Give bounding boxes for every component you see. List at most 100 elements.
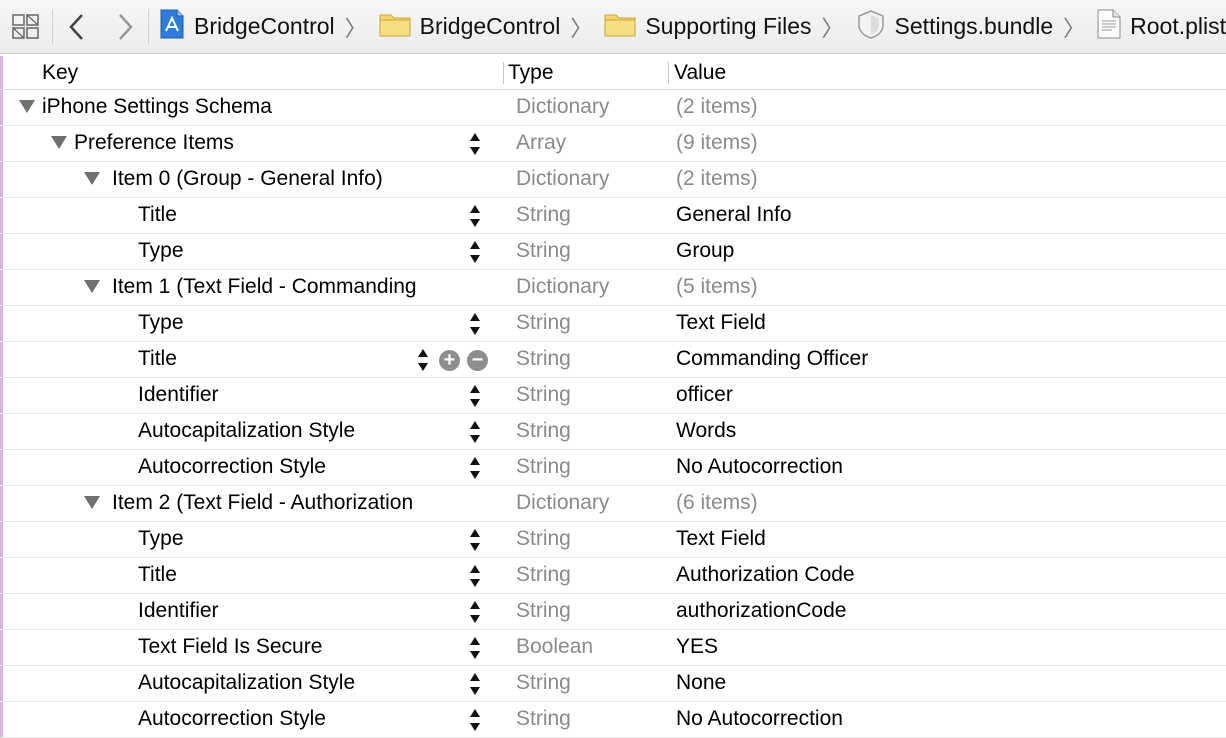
row-key[interactable]: iPhone Settings Schema [42,95,272,119]
sort-stepper-icon[interactable] [469,529,481,553]
breadcrumb-group-supporting-files[interactable]: Supporting Files 〉 [594,11,845,43]
sort-stepper-icon[interactable] [469,709,481,733]
sort-stepper-icon[interactable] [469,457,481,481]
row-key[interactable]: Type [138,311,184,335]
row-type[interactable]: Dictionary [516,491,609,515]
row-type[interactable]: String [516,527,571,551]
row-type[interactable]: Boolean [516,635,593,659]
sort-stepper-icon[interactable] [417,349,429,373]
row-value[interactable]: Commanding Officer [676,347,868,371]
row-key[interactable]: Item 1 (Text Field - Commanding [112,275,417,299]
disclosure-triangle-icon[interactable] [84,172,100,185]
row-type[interactable]: Array [516,131,566,155]
plist-row[interactable]: Type String Text Field [0,522,1226,558]
row-value[interactable]: Text Field [676,311,766,335]
plist-row[interactable]: Autocorrection Style String No Autocorrect… [0,702,1226,738]
row-value[interactable]: None [676,671,726,695]
row-key[interactable]: Title [138,563,177,587]
disclosure-triangle-icon[interactable] [19,100,35,113]
breadcrumb-group-bridgecontrol[interactable]: BridgeControl 〉 [369,11,595,43]
row-key[interactable]: Type [138,239,184,263]
sort-stepper-icon[interactable] [469,385,481,409]
plist-row[interactable]: Type String Text Field [0,306,1226,342]
row-key[interactable]: Title [138,347,177,371]
related-items-button[interactable] [0,8,54,45]
row-key[interactable]: Autocorrection Style [138,455,326,479]
column-divider[interactable] [668,62,669,84]
disclosure-triangle-icon[interactable] [84,496,100,509]
row-type[interactable]: String [516,311,571,335]
sort-stepper-icon[interactable] [469,637,481,661]
row-value[interactable]: Authorization Code [676,563,855,587]
sort-stepper-icon[interactable] [469,205,481,229]
row-key[interactable]: Item 0 (Group - General Info) [112,167,383,191]
row-type[interactable]: Dictionary [516,275,609,299]
row-key[interactable]: Item 2 (Text Field - Authorization [112,491,413,515]
breadcrumb-project[interactable]: BridgeControl 〉 [149,9,369,45]
row-value[interactable]: YES [676,635,718,659]
row-value[interactable]: Group [676,239,734,263]
row-value[interactable]: General Info [676,203,792,227]
plist-row[interactable]: Item 2 (Text Field - Authorization Dictio… [0,486,1226,522]
column-header-key[interactable]: Key [42,61,78,85]
plist-row[interactable]: Title String Authorization Code [0,558,1226,594]
disclosure-triangle-icon[interactable] [84,280,100,293]
row-key[interactable]: Autocapitalization Style [138,671,355,695]
row-key[interactable]: Identifier [138,383,219,407]
column-header-type[interactable]: Type [508,61,554,85]
plist-row[interactable]: Identifier String officer [0,378,1226,414]
forward-button[interactable] [101,8,150,45]
row-key[interactable]: Title [138,203,177,227]
plist-row[interactable]: iPhone Settings Schema Dictionary (2 items… [0,90,1226,126]
row-value[interactable]: No Autocorrection [676,707,843,731]
sort-stepper-icon[interactable] [469,241,481,265]
row-key[interactable]: Autocorrection Style [138,707,326,731]
plist-row[interactable]: Type String Group [0,234,1226,270]
plist-row[interactable]: Item 1 (Text Field - Commanding Dictionar… [0,270,1226,306]
plist-row[interactable]: Autocorrection Style String No Autocorrect… [0,450,1226,486]
sort-stepper-icon[interactable] [469,421,481,445]
row-value[interactable]: authorizationCode [676,599,846,623]
row-type[interactable]: Dictionary [516,167,609,191]
row-type[interactable]: String [516,707,571,731]
sort-stepper-icon[interactable] [469,565,481,589]
back-button[interactable] [53,0,101,53]
plist-row[interactable]: Text Field Is Secure Boolean YES [0,630,1226,666]
column-divider[interactable] [503,62,504,84]
add-row-icon[interactable]: + [439,350,460,371]
plist-row[interactable]: Autocapitalization Style String Words [0,414,1226,450]
sort-stepper-icon[interactable] [469,601,481,625]
row-type[interactable]: String [516,239,571,263]
plist-row[interactable]: Title + − String Commanding Officer [0,342,1226,378]
row-type[interactable]: String [516,383,571,407]
remove-row-icon[interactable]: − [467,350,488,371]
row-value[interactable]: officer [676,383,733,407]
sort-stepper-icon[interactable] [469,673,481,697]
sort-stepper-icon[interactable] [469,133,481,157]
plist-row[interactable]: Preference Items Array (9 items) [0,126,1226,162]
sort-stepper-icon[interactable] [469,313,481,337]
row-value[interactable]: Words [676,419,736,443]
row-key[interactable]: Preference Items [74,131,234,155]
row-value[interactable]: Text Field [676,527,766,551]
disclosure-triangle-icon[interactable] [51,136,67,149]
row-type[interactable]: String [516,347,571,371]
plist-row[interactable]: Item 0 (Group - General Info) Dictionary (… [0,162,1226,198]
column-header-value[interactable]: Value [674,61,726,85]
row-type[interactable]: Dictionary [516,95,609,119]
row-type[interactable]: String [516,671,571,695]
row-type[interactable]: String [516,419,571,443]
row-value[interactable]: No Autocorrection [676,455,843,479]
breadcrumb-root-plist[interactable]: Root.plist [1087,9,1226,45]
plist-row[interactable]: Title String General Info [0,198,1226,234]
row-key[interactable]: Text Field Is Secure [138,635,322,659]
row-type[interactable]: String [516,455,571,479]
row-key[interactable]: Identifier [138,599,219,623]
row-type[interactable]: String [516,563,571,587]
plist-row[interactable]: Identifier String authorizationCode [0,594,1226,630]
row-key[interactable]: Type [138,527,184,551]
row-key[interactable]: Autocapitalization Style [138,419,355,443]
row-type[interactable]: String [516,599,571,623]
plist-row[interactable]: Autocapitalization Style String None [0,666,1226,702]
row-type[interactable]: String [516,203,571,227]
